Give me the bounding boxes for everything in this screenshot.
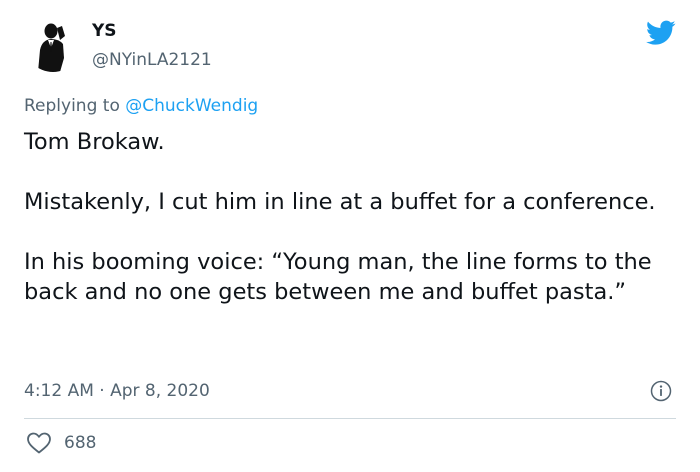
tweet-card: YS @NYinLA2121 Replying to @ChuckWendig … bbox=[0, 0, 700, 472]
author-block[interactable]: YS @NYinLA2121 bbox=[92, 20, 212, 71]
tweet-paragraph: Mistakenly, I cut him in line at a buffe… bbox=[24, 189, 656, 215]
reply-prefix: Replying to bbox=[24, 96, 120, 116]
timestamp[interactable]: 4:12 AM · Apr 8, 2020 bbox=[24, 379, 210, 403]
reply-context: Replying to @ChuckWendig bbox=[24, 94, 258, 118]
silhouette-man-on-phone-icon bbox=[24, 14, 82, 72]
heart-icon[interactable] bbox=[26, 431, 52, 455]
tweet-text: Tom Brokaw. Mistakenly, I cut him in lin… bbox=[24, 127, 674, 307]
user-handle[interactable]: @NYinLA2121 bbox=[92, 49, 212, 71]
reply-mention-link[interactable]: @ChuckWendig bbox=[125, 96, 258, 116]
display-name[interactable]: YS bbox=[92, 20, 212, 42]
like-count: 688 bbox=[64, 433, 97, 453]
twitter-bird-icon[interactable] bbox=[646, 20, 676, 46]
divider bbox=[24, 418, 676, 419]
tweet-paragraph: Tom Brokaw. bbox=[24, 129, 165, 155]
avatar[interactable] bbox=[24, 14, 82, 72]
info-icon[interactable] bbox=[650, 380, 672, 402]
like-button[interactable]: 688 bbox=[24, 428, 96, 458]
tweet-paragraph: In his booming voice: “Young man, the li… bbox=[24, 249, 652, 305]
